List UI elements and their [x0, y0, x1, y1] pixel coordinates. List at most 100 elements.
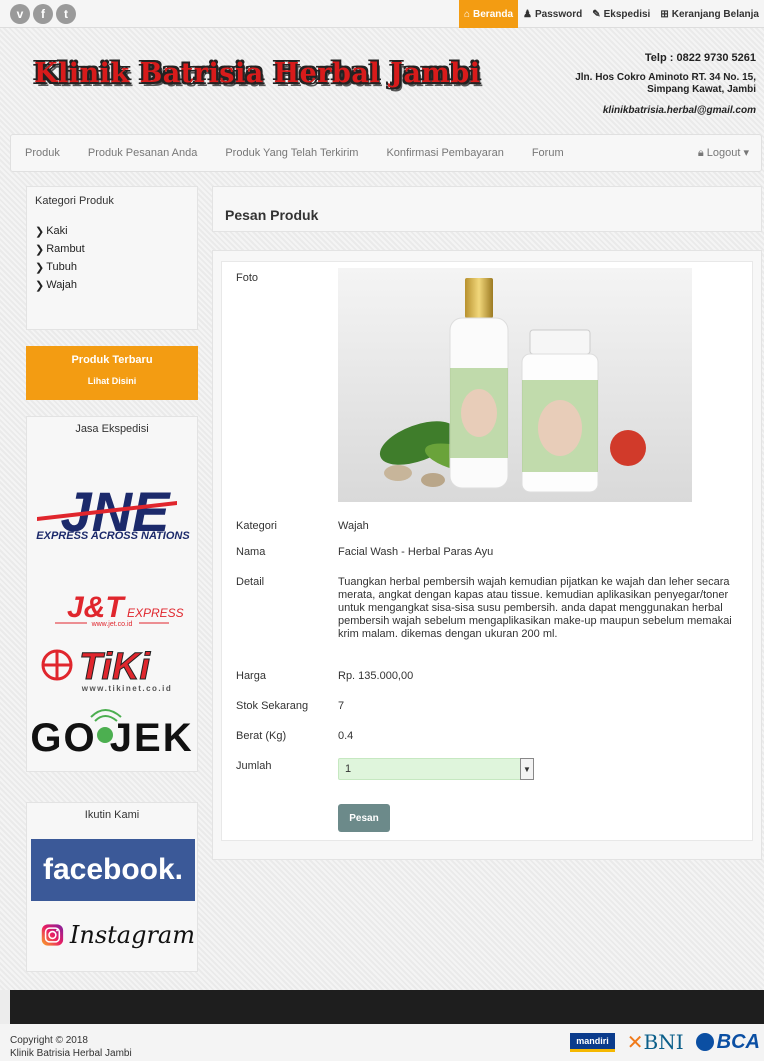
bank-logos: mandiri ✕BNI BCA [570, 1030, 760, 1054]
facebook-label: facebook. [42, 853, 184, 886]
tumblr-icon[interactable]: t [56, 4, 76, 24]
stock-field-label: Stok Sekarang [236, 700, 309, 712]
tiki-text: TiKi [79, 646, 152, 688]
top-nav: ⌂ Beranda ♟ Password ✎ Ekspedisi ⊞ Keran… [458, 0, 764, 28]
detail-field-label: Detail [236, 576, 265, 588]
bca-mark [695, 1033, 714, 1052]
nav-produk-pesanan[interactable]: Produk Pesanan Anda [74, 147, 211, 159]
gojek-rider [97, 727, 113, 743]
copyright-text: Copyright © 2018 [10, 1035, 88, 1046]
follow-panel: Ikutin Kami facebook. Instagram [26, 802, 198, 972]
photo-label: Foto [236, 272, 259, 284]
shipping-panel: Jasa Ekspedisi JNE EXPRESS ACROSS NATION… [26, 416, 198, 772]
category-field-label: Kategori [236, 520, 277, 532]
nav-forum[interactable]: Forum [518, 147, 578, 159]
company-name: Klinik Batrisia Herbal Jambi [10, 1048, 132, 1059]
jnt-url: www.jet.co.id [91, 621, 133, 628]
name-field-label: Nama [236, 546, 266, 558]
phone: Telp : 0822 9730 5261 [644, 52, 756, 64]
category-wajah[interactable]: ❯ Wajah [35, 279, 189, 292]
caret-down-icon: ▾ [743, 147, 749, 159]
new-products-box: Produk Terbaru Lihat Disini [26, 346, 198, 400]
price-field-label: Harga [236, 670, 266, 682]
contact-info: Telp : 0822 9730 5261 Jln. Hos Cokro Ami… [575, 52, 756, 117]
new-products-link[interactable]: Lihat Disini [26, 376, 198, 386]
detail-value: Tuangkan herbal pembersih wajah kemudian… [338, 576, 732, 640]
footer-bar [10, 990, 764, 1024]
vine-icon[interactable]: v [10, 4, 30, 24]
password-link-label: Password [535, 8, 583, 20]
bca-logo: BCA [695, 1031, 760, 1054]
top-bar: v f t ⌂ Beranda ♟ Password ✎ Ekspedisi ⊞… [0, 0, 764, 28]
category-label: Kaki [46, 225, 68, 237]
nav-produk-terkirim[interactable]: Produk Yang Telah Terkirim [211, 147, 372, 159]
category-label: Rambut [46, 243, 85, 255]
category-tubuh[interactable]: ❯ Tubuh [35, 261, 189, 274]
category-value: Wajah [338, 520, 369, 532]
bni-text: BNI [643, 1030, 684, 1054]
shipping-link-label: Ekspedisi [603, 8, 651, 20]
page-heading-panel: Pesan Produk [212, 186, 762, 232]
category-panel: Kategori Produk ❯ Kaki ❯ Rambut ❯ Tubuh ❯ Wa… [26, 186, 198, 330]
price-value: Rp. 135.000,00 [338, 670, 414, 682]
category-rambut[interactable]: ❯ Rambut [35, 243, 189, 256]
user-icon: ♟ [523, 8, 532, 20]
cart-link-label: Keranjang Belanja [671, 8, 759, 20]
shipping-title: Jasa Ekspedisi [75, 423, 149, 435]
home-link-label: Beranda [473, 8, 514, 20]
facebook-icon[interactable]: f [33, 4, 53, 24]
main-nav: Produk Produk Pesanan Anda Produk Yang T… [10, 134, 762, 172]
jne-logo: JNE EXPRESS ACROSS NATIONS [36, 480, 190, 543]
follow-title: Ikutin Kami [84, 809, 140, 821]
product-card: Foto Kategori Wajah Nama Facial Wash - H… [221, 261, 753, 841]
cart-link[interactable]: ⊞ Keranjang Belanja [655, 0, 764, 28]
nav-produk[interactable]: Produk [11, 147, 74, 159]
tiki-logo: TiKi www.tikinet.co.id [41, 646, 173, 693]
courier-logos: JNE EXPRESS ACROSS NATIONS J&T EXPRESS w… [30, 480, 191, 760]
facebook-banner[interactable]: facebook. [31, 839, 195, 901]
footer: Copyright © 2018 Klinik Batrisia Herbal … [0, 1024, 764, 1061]
address-line-1: Jln. Hos Cokro Aminoto RT. 34 No. 15, [575, 72, 756, 83]
qty-field-label: Jumlah [236, 760, 272, 772]
logout-label: Logout [706, 147, 741, 159]
logout-dropdown[interactable]: 🔒︎ Logout ▾ [698, 146, 761, 160]
category-label: Tubuh [46, 261, 78, 273]
mandiri-logo: mandiri [570, 1032, 615, 1052]
stock-value: 7 [338, 700, 345, 712]
instagram-icon [41, 924, 64, 946]
shipping-link[interactable]: ✎ Ekspedisi [587, 0, 655, 28]
email: klinikbatrisia.herbal@gmail.com [602, 105, 756, 116]
page-title: Pesan Produk [225, 207, 319, 223]
lock-icon: 🔒︎ [697, 147, 704, 159]
jnt-express: EXPRESS [127, 606, 184, 620]
chevron-right-icon: ❯ [35, 226, 45, 238]
order-panel: Foto Kategori Wajah Nama Facial Wash - H… [212, 250, 762, 860]
chevron-down-icon[interactable]: ▼ [520, 758, 534, 780]
category-kaki[interactable]: ❯ Kaki [35, 225, 189, 238]
edit-icon: ✎ [592, 8, 601, 20]
instagram-banner[interactable]: Instagram [31, 909, 195, 961]
brand-logo[interactable]: Klinik Batrisia Herbal Jambi [34, 58, 481, 89]
quantity-select[interactable]: 1 ▼ [338, 758, 534, 780]
nav-konfirmasi[interactable]: Konfirmasi Pembayaran [372, 147, 517, 159]
copyright: Copyright © 2018 Klinik Batrisia Herbal … [10, 1034, 132, 1060]
address-line-2: Simpang Kawat, Jambi [647, 84, 756, 95]
chevron-right-icon: ❯ [35, 244, 45, 256]
name-value: Facial Wash - Herbal Paras Ayu [338, 546, 494, 558]
tiki-url: www.tikinet.co.id [81, 684, 173, 693]
chevron-right-icon: ❯ [35, 262, 45, 274]
category-label: Wajah [46, 279, 77, 291]
jne-tagline: EXPRESS ACROSS NATIONS [36, 530, 190, 542]
bni-logo: ✕BNI [627, 1030, 684, 1054]
bni-mark: ✕ [626, 1030, 644, 1054]
social-links: v f t [10, 4, 76, 24]
instagram-label: Instagram [69, 921, 195, 949]
new-products-title: Produk Terbaru [71, 354, 153, 366]
home-icon: ⌂ [463, 8, 471, 20]
jnt-logo: J&T EXPRESS www.jet.co.id [55, 591, 184, 628]
password-link[interactable]: ♟ Password [518, 0, 587, 28]
home-link[interactable]: ⌂ Beranda [458, 0, 519, 28]
jnt-text: J&T [67, 591, 126, 624]
order-button[interactable]: Pesan [338, 804, 390, 832]
weight-value: 0.4 [338, 730, 354, 742]
